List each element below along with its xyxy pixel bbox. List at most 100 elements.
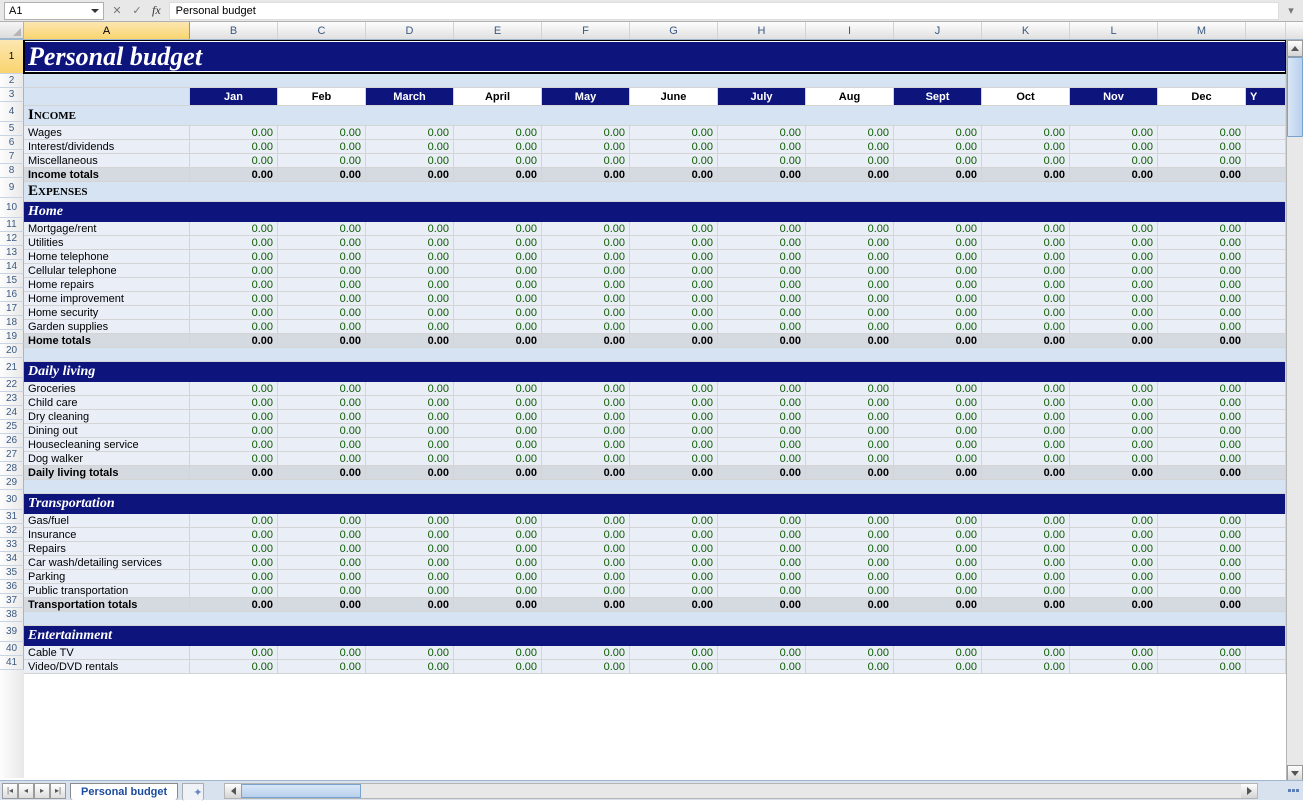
row-header-21[interactable]: 21 (0, 358, 24, 378)
row-label[interactable]: Home totals (24, 334, 190, 347)
cell-value[interactable]: 0.00 (366, 236, 454, 249)
row-header-26[interactable]: 26 (0, 434, 24, 448)
cell-value[interactable]: 0.00 (894, 424, 982, 437)
row-header-1[interactable]: 1 (0, 40, 24, 74)
name-box[interactable]: A1 (4, 2, 104, 20)
cell-value[interactable]: 0.00 (190, 278, 278, 291)
cell-value[interactable]: 0.00 (190, 306, 278, 319)
month-header-feb[interactable]: Feb (278, 88, 366, 105)
cell-value[interactable]: 0.00 (454, 438, 542, 451)
cell-end[interactable] (1246, 154, 1286, 167)
cell-value[interactable]: 0.00 (1158, 320, 1246, 333)
cell-value[interactable]: 0.00 (630, 382, 718, 395)
row-header-40[interactable]: 40 (0, 642, 24, 656)
cell-value[interactable]: 0.00 (190, 396, 278, 409)
cell-value[interactable]: 0.00 (542, 570, 630, 583)
month-header-dec[interactable]: Dec (1158, 88, 1246, 105)
row-header-18[interactable]: 18 (0, 316, 24, 330)
cell-value[interactable]: 0.00 (806, 334, 894, 347)
cell-value[interactable]: 0.00 (542, 126, 630, 139)
cell-value[interactable]: 0.00 (190, 466, 278, 479)
row-label[interactable]: Wages (24, 126, 190, 139)
cell-value[interactable]: 0.00 (630, 528, 718, 541)
insert-sheet-tab[interactable]: ✦ (182, 783, 204, 801)
cell-value[interactable]: 0.00 (806, 424, 894, 437)
row-label[interactable]: Repairs (24, 542, 190, 555)
cell-value[interactable]: 0.00 (278, 584, 366, 597)
category-transportation[interactable]: Transportation (24, 494, 1286, 514)
cell-value[interactable]: 0.00 (718, 292, 806, 305)
cell-end[interactable] (1246, 292, 1286, 305)
cell-end[interactable] (1246, 514, 1286, 527)
cell-value[interactable]: 0.00 (190, 236, 278, 249)
cell-value[interactable]: 0.00 (278, 438, 366, 451)
row-label[interactable]: Miscellaneous (24, 154, 190, 167)
blank-row-38[interactable] (24, 612, 1286, 625)
cell-value[interactable]: 0.00 (542, 278, 630, 291)
cell-value[interactable]: 0.00 (278, 424, 366, 437)
cell-value[interactable]: 0.00 (542, 598, 630, 611)
cell-value[interactable]: 0.00 (1158, 424, 1246, 437)
cell-value[interactable]: 0.00 (894, 410, 982, 423)
cell-value[interactable]: 0.00 (1158, 466, 1246, 479)
cell-end[interactable] (1246, 584, 1286, 597)
cell-value[interactable]: 0.00 (630, 264, 718, 277)
cell-value[interactable]: 0.00 (542, 438, 630, 451)
row-label[interactable]: Groceries (24, 382, 190, 395)
cell-value[interactable]: 0.00 (190, 154, 278, 167)
cell-end[interactable] (1246, 556, 1286, 569)
row-label[interactable]: Income totals (24, 168, 190, 181)
cell-value[interactable]: 0.00 (718, 168, 806, 181)
cell-value[interactable]: 0.00 (894, 140, 982, 153)
cell-value[interactable]: 0.00 (542, 542, 630, 555)
cell-value[interactable]: 0.00 (894, 584, 982, 597)
cell-value[interactable]: 0.00 (1070, 140, 1158, 153)
cell-value[interactable]: 0.00 (982, 292, 1070, 305)
cell-value[interactable]: 0.00 (806, 222, 894, 235)
cell-value[interactable]: 0.00 (630, 466, 718, 479)
cell-value[interactable]: 0.00 (982, 598, 1070, 611)
cell-value[interactable]: 0.00 (894, 556, 982, 569)
cell-value[interactable]: 0.00 (1158, 598, 1246, 611)
cell-value[interactable]: 0.00 (982, 278, 1070, 291)
row-header-22[interactable]: 22 (0, 378, 24, 392)
cell-value[interactable]: 0.00 (894, 278, 982, 291)
cell-value[interactable]: 0.00 (806, 140, 894, 153)
cell-value[interactable]: 0.00 (982, 168, 1070, 181)
cell-value[interactable]: 0.00 (190, 584, 278, 597)
row-header-30[interactable]: 30 (0, 490, 24, 510)
months-label-blank[interactable] (24, 88, 190, 105)
cell-value[interactable]: 0.00 (894, 660, 982, 673)
cell-value[interactable]: 0.00 (190, 598, 278, 611)
cell-value[interactable]: 0.00 (1070, 424, 1158, 437)
cell-value[interactable]: 0.00 (718, 222, 806, 235)
cell-value[interactable]: 0.00 (366, 168, 454, 181)
row-label[interactable]: Public transportation (24, 584, 190, 597)
cell-end[interactable] (1246, 250, 1286, 263)
cell-value[interactable]: 0.00 (454, 334, 542, 347)
cell-value[interactable]: 0.00 (542, 452, 630, 465)
cell-value[interactable]: 0.00 (1070, 382, 1158, 395)
cell-value[interactable]: 0.00 (366, 278, 454, 291)
cell-value[interactable]: 0.00 (630, 542, 718, 555)
cell-value[interactable]: 0.00 (1070, 646, 1158, 659)
cell-value[interactable]: 0.00 (718, 250, 806, 263)
cell-value[interactable]: 0.00 (894, 542, 982, 555)
cell-value[interactable]: 0.00 (1070, 154, 1158, 167)
row-label[interactable]: Dry cleaning (24, 410, 190, 423)
month-header-oct[interactable]: Oct (982, 88, 1070, 105)
cell-value[interactable]: 0.00 (190, 250, 278, 263)
category-home[interactable]: Home (24, 202, 1286, 222)
cell-value[interactable]: 0.00 (1158, 646, 1246, 659)
cell-value[interactable]: 0.00 (278, 222, 366, 235)
cell-value[interactable]: 0.00 (630, 598, 718, 611)
cell-value[interactable]: 0.00 (366, 646, 454, 659)
cell-value[interactable]: 0.00 (190, 438, 278, 451)
cell-value[interactable]: 0.00 (982, 140, 1070, 153)
cell-value[interactable]: 0.00 (278, 168, 366, 181)
column-header-J[interactable]: J (894, 22, 982, 39)
cell-value[interactable]: 0.00 (278, 250, 366, 263)
scroll-thumb[interactable] (1287, 57, 1303, 137)
row-header-24[interactable]: 24 (0, 406, 24, 420)
cancel-formula-icon[interactable]: ✕ (108, 2, 126, 20)
